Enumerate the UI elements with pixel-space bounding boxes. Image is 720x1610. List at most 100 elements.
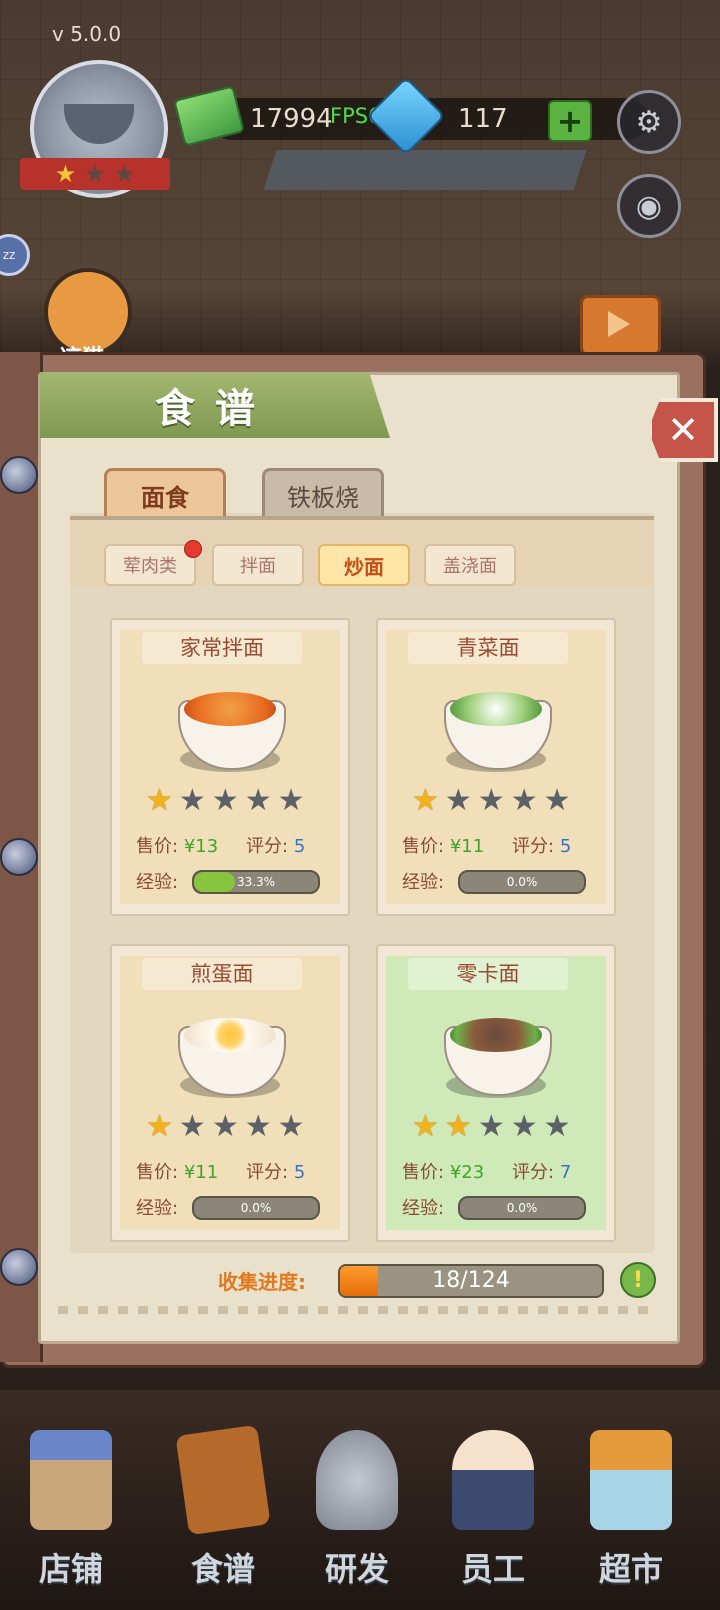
- score-label: 评分:: [246, 1162, 289, 1183]
- settings-button[interactable]: ⚙: [617, 90, 681, 154]
- bowl-icon: [64, 104, 134, 144]
- settings-icon: ⚙: [635, 104, 663, 140]
- close-button[interactable]: ✕: [648, 398, 718, 462]
- nav-market[interactable]: 超市: [566, 1420, 696, 1600]
- star-icon: ★: [543, 783, 571, 818]
- star-icon: ★: [54, 160, 77, 188]
- star-icon: ★: [543, 1109, 571, 1144]
- nav-label: 超市: [598, 1550, 663, 1588]
- exp-label: 经验:: [136, 872, 179, 893]
- exp-label: 经验:: [402, 1198, 445, 1219]
- score-row: 评分: 5: [246, 832, 305, 858]
- money-value: 17994: [250, 104, 333, 134]
- book-ring: [0, 838, 38, 876]
- dish-image: [436, 688, 556, 778]
- recipe-stars: ★ ★ ★ ★ ★: [146, 1112, 305, 1142]
- badge-stars: ★ ★ ★: [20, 158, 170, 190]
- collection-progress-bar: 18/124: [338, 1264, 604, 1298]
- shop-icon: [30, 1430, 112, 1530]
- cooking-pot-icon: [316, 1430, 398, 1530]
- star-icon: ★: [146, 783, 173, 818]
- page-decoration: [58, 1306, 658, 1314]
- star-icon: ★: [510, 783, 538, 818]
- star-icon: ★: [244, 1109, 272, 1144]
- exp-bar: 33.3%: [192, 870, 320, 894]
- info-icon: !: [632, 1267, 644, 1293]
- subtab-rice-topped-noodles[interactable]: 盖浇面: [424, 544, 516, 586]
- score-value: 5: [293, 836, 306, 857]
- star-icon: ★: [477, 1109, 505, 1144]
- star-icon: ★: [477, 783, 505, 818]
- camera-button[interactable]: ◉: [617, 174, 681, 238]
- nav-label: 店铺: [38, 1550, 103, 1588]
- tab-teppanyaki[interactable]: 铁板烧: [262, 468, 384, 522]
- subtab-mixed-noodles[interactable]: 拌面: [212, 544, 304, 586]
- supermarket-icon: [590, 1430, 672, 1530]
- price-row: 售价: ¥11: [136, 1158, 218, 1184]
- recipe-card[interactable]: 青菜面 ★ ★ ★ ★ ★ 售价: ¥11 评分: 5 经验: 0.0%: [376, 618, 616, 916]
- play-icon: [608, 311, 630, 337]
- star-icon: ★: [444, 1109, 472, 1144]
- price-label: 售价:: [402, 1162, 445, 1183]
- recipe-card[interactable]: 煎蛋面 ★ ★ ★ ★ ★ 售价: ¥11 评分: 5 经验: 0.0%: [110, 944, 350, 1242]
- star-icon: ★: [211, 1109, 239, 1144]
- score-row: 评分: 7: [512, 1158, 571, 1184]
- score-value: 5: [559, 836, 572, 857]
- recipe-card-selected[interactable]: 零卡面 ★ ★ ★ ★ ★ 售价: ¥23 评分: 7 经验: 0.0%: [376, 944, 616, 1242]
- star-icon: ★: [178, 1109, 206, 1144]
- star-icon: ★: [211, 783, 239, 818]
- star-icon: ★: [277, 1109, 305, 1144]
- star-icon: ★: [277, 783, 305, 818]
- star-icon: ★: [444, 783, 472, 818]
- nav-staff[interactable]: 员工: [428, 1420, 558, 1600]
- score-label: 评分:: [246, 836, 289, 857]
- recipe-stars: ★ ★ ★ ★ ★: [412, 786, 571, 816]
- collection-progress-value: 18/124: [432, 1268, 510, 1293]
- exp-value: 0.0%: [506, 1201, 538, 1215]
- exp-value: 33.3%: [236, 875, 276, 889]
- recipe-card[interactable]: 家常拌面 ★ ★ ★ ★ ★ 售价: ¥13 评分: 5 经验: 33.3%: [110, 618, 350, 916]
- score-row: 评分: 5: [246, 1158, 305, 1184]
- dish-image: [436, 1014, 556, 1104]
- exp-bar: 0.0%: [192, 1196, 320, 1220]
- price-label: 售价:: [136, 1162, 179, 1183]
- nav-research[interactable]: 研发: [292, 1420, 422, 1600]
- nav-recipe[interactable]: 食谱: [158, 1420, 288, 1600]
- recipe-name: 青菜面: [408, 632, 568, 664]
- nav-label: 员工: [460, 1550, 525, 1588]
- price-label: 售价:: [402, 836, 445, 857]
- exp-bar: 0.0%: [458, 1196, 586, 1220]
- price-row: 售价: ¥11: [402, 832, 484, 858]
- star-icon: ★: [84, 160, 106, 188]
- subtab-fried-noodles[interactable]: 炒面: [318, 544, 410, 586]
- price-value: ¥11: [449, 836, 485, 857]
- recipe-card-partial: [110, 1240, 346, 1258]
- book-title: 食谱: [40, 372, 390, 438]
- star-icon: ★: [510, 1109, 538, 1144]
- price-value: ¥13: [183, 836, 219, 857]
- info-button[interactable]: !: [620, 1262, 656, 1298]
- dish-image: [170, 1014, 290, 1104]
- score-row: 评分: 5: [512, 832, 571, 858]
- video-ad-button[interactable]: [580, 295, 661, 356]
- price-label: 售价:: [136, 836, 179, 857]
- version-label: v 5.0.0: [52, 22, 122, 46]
- star-icon: ★: [146, 1109, 173, 1144]
- nav-shop[interactable]: 店铺: [6, 1420, 136, 1600]
- book-ring: [0, 1248, 38, 1286]
- star-icon: ★: [113, 160, 136, 188]
- exp-label: 经验:: [402, 872, 445, 893]
- add-gems-button[interactable]: +: [548, 100, 592, 142]
- recipe-stars: ★ ★ ★ ★ ★: [146, 786, 305, 816]
- price-row: 售价: ¥13: [136, 832, 218, 858]
- tab-noodles[interactable]: 面食: [104, 468, 226, 522]
- score-value: 5: [293, 1162, 306, 1183]
- subtab-meat[interactable]: 荤肉类: [104, 544, 196, 586]
- score-value: 7: [559, 1162, 572, 1183]
- kitchen-stove: [263, 150, 587, 190]
- score-label: 评分:: [512, 1162, 555, 1183]
- gem-value: 117: [458, 104, 508, 134]
- score-label: 评分:: [512, 836, 555, 857]
- recipe-name: 家常拌面: [142, 632, 302, 664]
- book-ring: [0, 456, 38, 494]
